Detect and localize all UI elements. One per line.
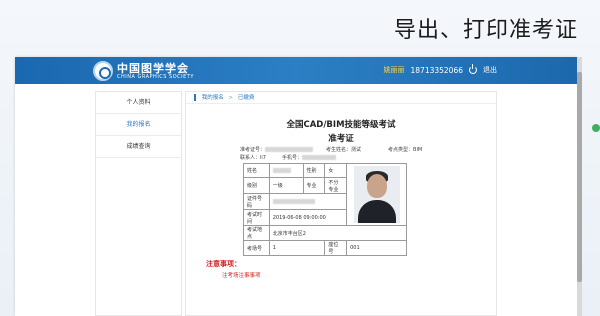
breadcrumb-parent[interactable]: 我的报名 [202, 95, 224, 101]
contact-field: 联系人：li7 [240, 155, 266, 161]
user-area: 姚丽丽 18713352066 退出 [384, 64, 497, 75]
logo-emblem-icon [93, 61, 113, 81]
breadcrumb-current: 已缴费 [237, 95, 255, 101]
sidebar-item-profile[interactable]: 个人资料 [96, 92, 181, 114]
redacted-phone [302, 155, 337, 160]
breadcrumb: 我的报名 > 已缴费 [186, 92, 496, 104]
breadcrumb-marker-icon [194, 94, 196, 101]
phone-field: 手机号： [282, 154, 337, 161]
slide-title: 导出、打印准考证 [393, 18, 578, 43]
table-row: 考场号 1 座位号 001 [243, 240, 407, 256]
exam-type-field: 考点类型：BIM [388, 147, 423, 153]
ticket-title: 准考证 [328, 134, 354, 144]
sidebar-item-my-registration[interactable]: 我的报名 [96, 114, 181, 136]
table-row: 姓名 性别 女 [243, 162, 407, 226]
table-row: 考试地点 北京市丰台区2 [243, 225, 408, 241]
browser-screenshot: 中国图学学会 CHINA GRAPHICS SOCIETY 姚丽丽 187133… [15, 57, 577, 316]
redacted-id-card [272, 198, 315, 204]
exam-title: 全国CAD/BIM技能等级考试 [286, 120, 396, 130]
top-navigation-bar: 中国图学学会 CHINA GRAPHICS SOCIETY 姚丽丽 187133… [15, 57, 577, 84]
breadcrumb-separator: > [228, 95, 234, 101]
logout-link[interactable]: 退出 [483, 65, 497, 75]
candidate-photo [353, 166, 400, 223]
notice-title: 注意事项： [206, 260, 241, 268]
user-phone: 18713352066 [410, 65, 464, 75]
sidebar-item-score-query[interactable]: 成绩查询 [96, 136, 181, 158]
site-logo[interactable]: 中国图学学会 CHINA GRAPHICS SOCIETY [93, 60, 194, 82]
ticket-id-field: 准考证号： [240, 146, 314, 153]
candidate-name-field: 考生姓名：测试 [326, 147, 362, 153]
logo-english-name: CHINA GRAPHICS SOCIETY [117, 73, 194, 80]
logo-chinese-name: 中国图学学会 [117, 61, 189, 75]
notice-item: 注考场注事事项 [222, 273, 261, 279]
decoration-dot [592, 124, 600, 132]
admission-ticket-table: 姓名 性别 女 级别 一级 专业 不分专业 证件号码 考试时间 2019-06-… [243, 162, 408, 256]
main-content: 我的报名 > 已缴费 全国CAD/BIM技能等级考试 准考证 准考证号： 考生姓… [185, 91, 497, 316]
scrollbar-thumb[interactable] [577, 72, 582, 282]
power-icon[interactable] [469, 64, 477, 74]
redacted-ticket-id [265, 147, 314, 152]
sidebar: 个人资料 我的报名 成绩查询 [95, 91, 182, 316]
redacted-name [272, 167, 291, 173]
user-name[interactable]: 姚丽丽 [384, 65, 405, 75]
